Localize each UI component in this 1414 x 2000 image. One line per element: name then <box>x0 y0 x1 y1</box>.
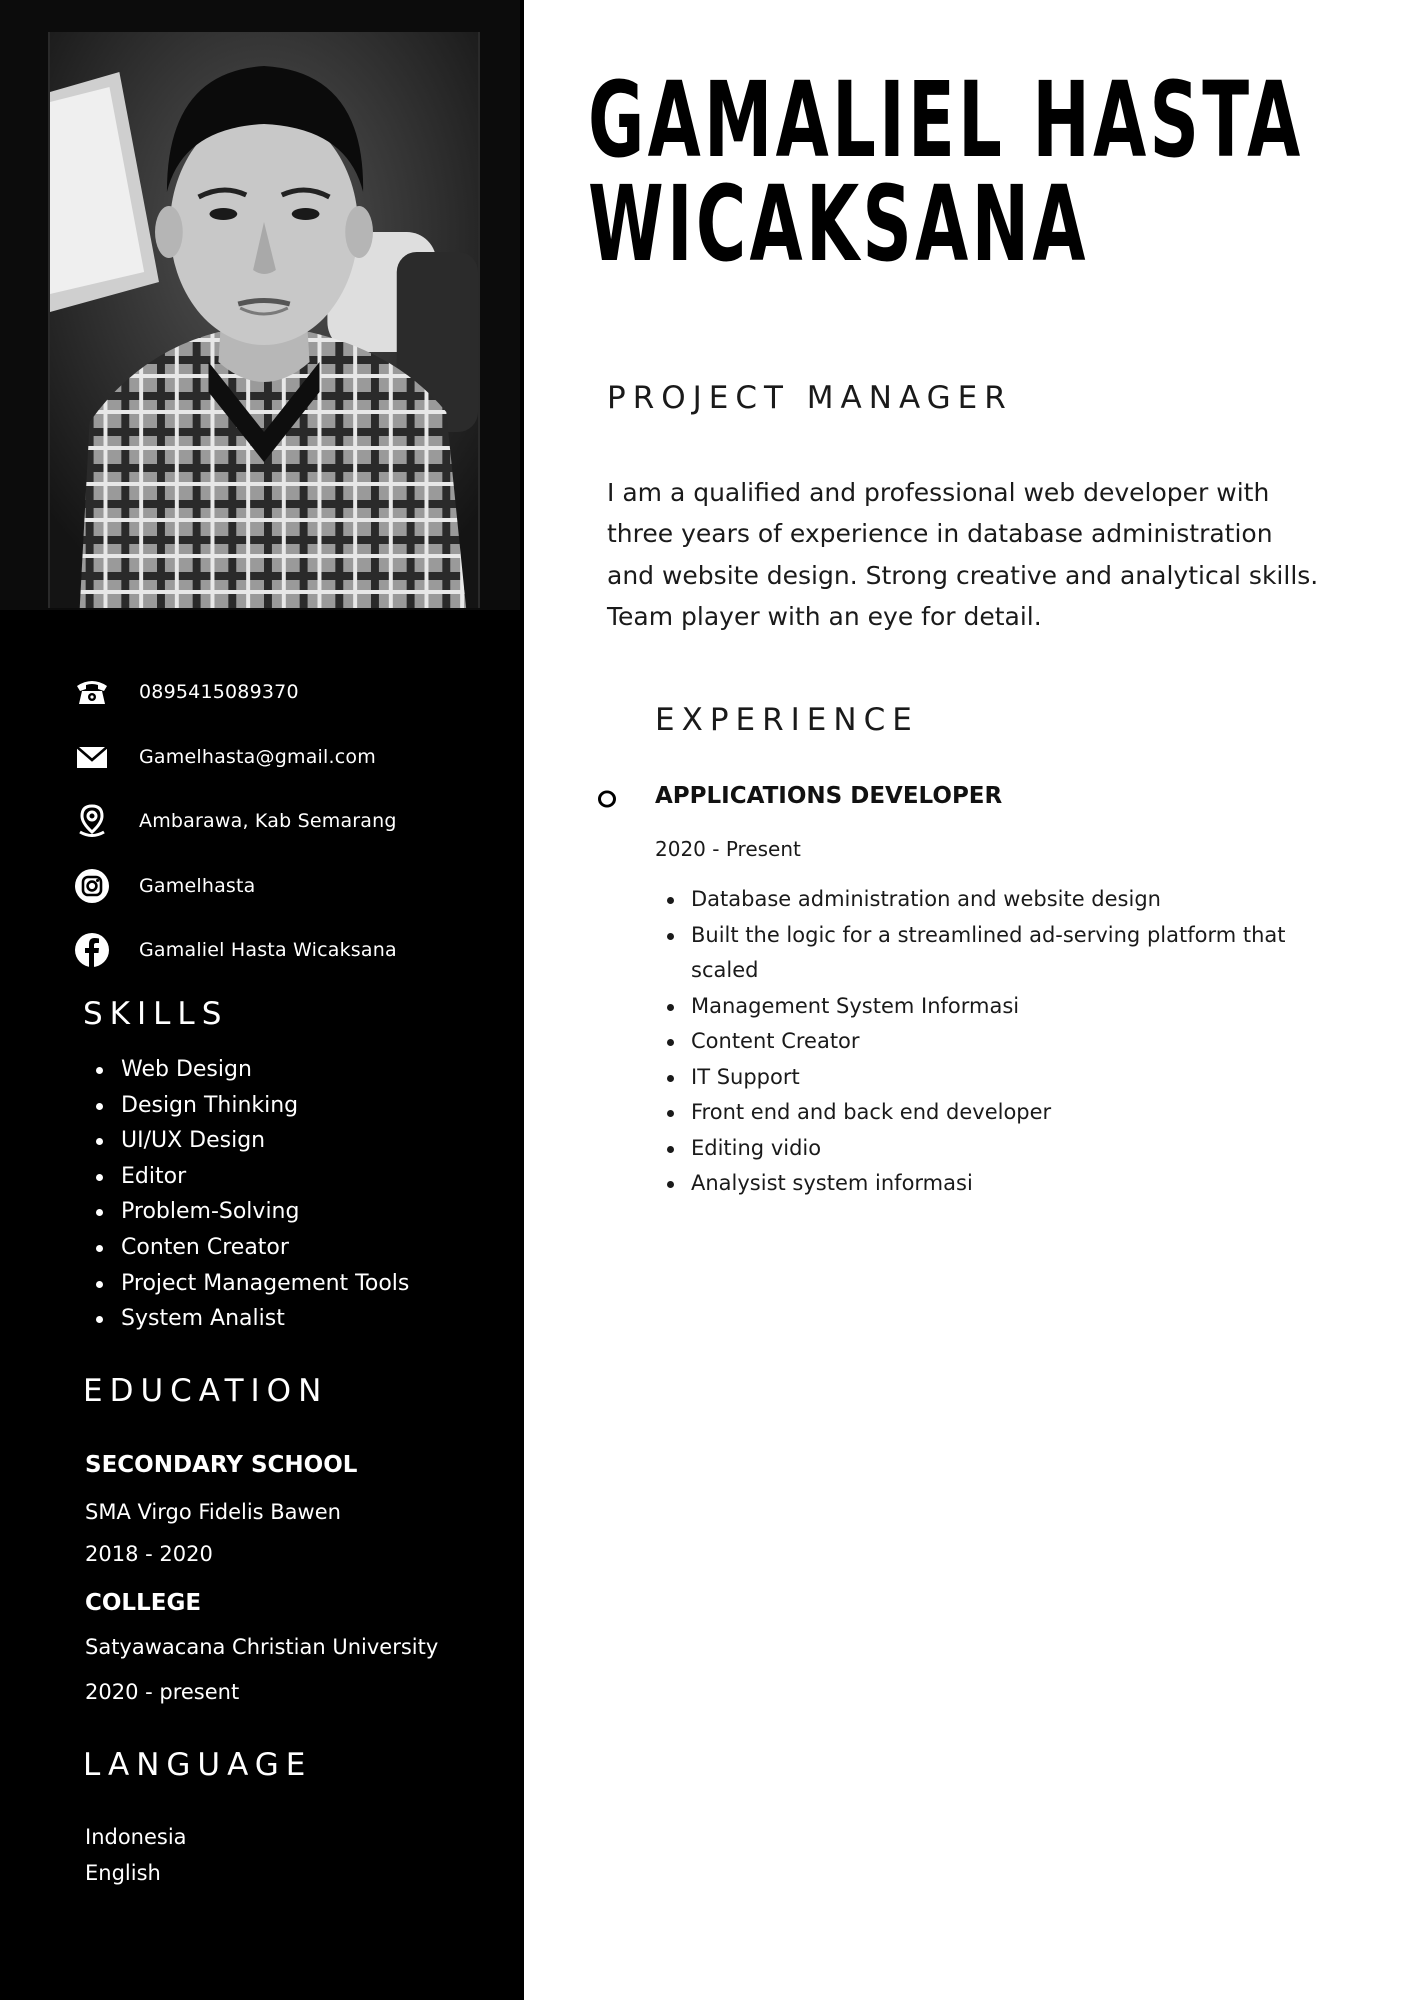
mail-icon <box>72 737 112 777</box>
location-text: Ambarawa, Kab Semarang <box>139 810 397 833</box>
email-address: Gamelhasta@gmail.com <box>139 745 376 768</box>
education-years: 2020 - present <box>85 1680 240 1704</box>
education-heading: EDUCATION <box>83 1373 329 1409</box>
duty-item: Front end and back end developer <box>663 1095 1303 1131</box>
duty-item: Database administration and website desi… <box>663 882 1303 918</box>
sidebar: 0895415089370 Gamelhasta@gmail.com Ambar… <box>0 0 524 2000</box>
duty-item: Management System Informasi <box>663 989 1303 1025</box>
contact-facebook[interactable]: Gamaliel Hasta Wicaksana <box>72 918 512 983</box>
job-title: PROJECT MANAGER <box>607 380 1013 416</box>
skill-item: Conten Creator <box>92 1230 409 1266</box>
job-role: APPLICATIONS DEVELOPER <box>655 783 1003 809</box>
contact-location: Ambarawa, Kab Semarang <box>72 789 512 854</box>
duty-item: Built the logic for a streamlined ad-ser… <box>663 918 1303 989</box>
skill-item: Design Thinking <box>92 1088 409 1124</box>
skills-heading: SKILLS <box>83 996 229 1032</box>
skill-item: Problem-Solving <box>92 1194 409 1230</box>
facebook-name: Gamaliel Hasta Wicaksana <box>139 939 397 962</box>
skills-list: Web Design Design Thinking UI/UX Design … <box>92 1052 409 1337</box>
skill-item: UI/UX Design <box>92 1123 409 1159</box>
phone-icon <box>72 672 112 712</box>
skill-item: System Analist <box>92 1301 409 1337</box>
skill-item: Web Design <box>92 1052 409 1088</box>
full-name-line: GAMALIEL HASTA <box>588 59 1304 181</box>
contact-list: 0895415089370 Gamelhasta@gmail.com Ambar… <box>72 660 512 983</box>
full-name: GAMALIEL HASTA WICAKSANA <box>588 59 1304 285</box>
profile-photo <box>48 32 480 608</box>
skill-item: Editor <box>92 1159 409 1195</box>
experience-heading: EXPERIENCE <box>655 702 919 738</box>
location-pin-icon <box>72 801 112 841</box>
profile-photo-image <box>50 32 478 608</box>
duty-item: Content Creator <box>663 1024 1303 1060</box>
contact-phone[interactable]: 0895415089370 <box>72 660 512 725</box>
skill-item: Project Management Tools <box>92 1266 409 1302</box>
contact-instagram[interactable]: Gamelhasta <box>72 854 512 919</box>
full-name-line: WICAKSANA <box>588 163 1089 285</box>
duty-item: IT Support <box>663 1060 1303 1096</box>
profile-summary: I am a qualified and professional web de… <box>607 478 1319 631</box>
profile-photo-frame <box>0 0 520 610</box>
education-level: COLLEGE <box>85 1590 202 1616</box>
instagram-handle: Gamelhasta <box>139 874 256 897</box>
duty-item: Analysist system informasi <box>663 1166 1303 1202</box>
education-years: 2018 - 2020 <box>85 1542 213 1566</box>
timeline-dot-icon <box>598 790 616 808</box>
facebook-icon <box>72 930 112 970</box>
phone-number: 0895415089370 <box>139 681 299 704</box>
contact-email[interactable]: Gamelhasta@gmail.com <box>72 725 512 790</box>
duties-list: Database administration and website desi… <box>663 882 1303 1202</box>
instagram-icon <box>72 866 112 906</box>
language-heading: LANGUAGE <box>83 1747 313 1783</box>
education-school: Satyawacana Christian University <box>85 1635 439 1659</box>
language-item: English <box>85 1861 161 1885</box>
education-level: SECONDARY SCHOOL <box>85 1452 358 1478</box>
job-dates: 2020 - Present <box>655 837 801 861</box>
language-item: Indonesia <box>85 1825 187 1849</box>
education-school: SMA Virgo Fidelis Bawen <box>85 1500 341 1524</box>
duty-item: Editing vidio <box>663 1131 1303 1167</box>
